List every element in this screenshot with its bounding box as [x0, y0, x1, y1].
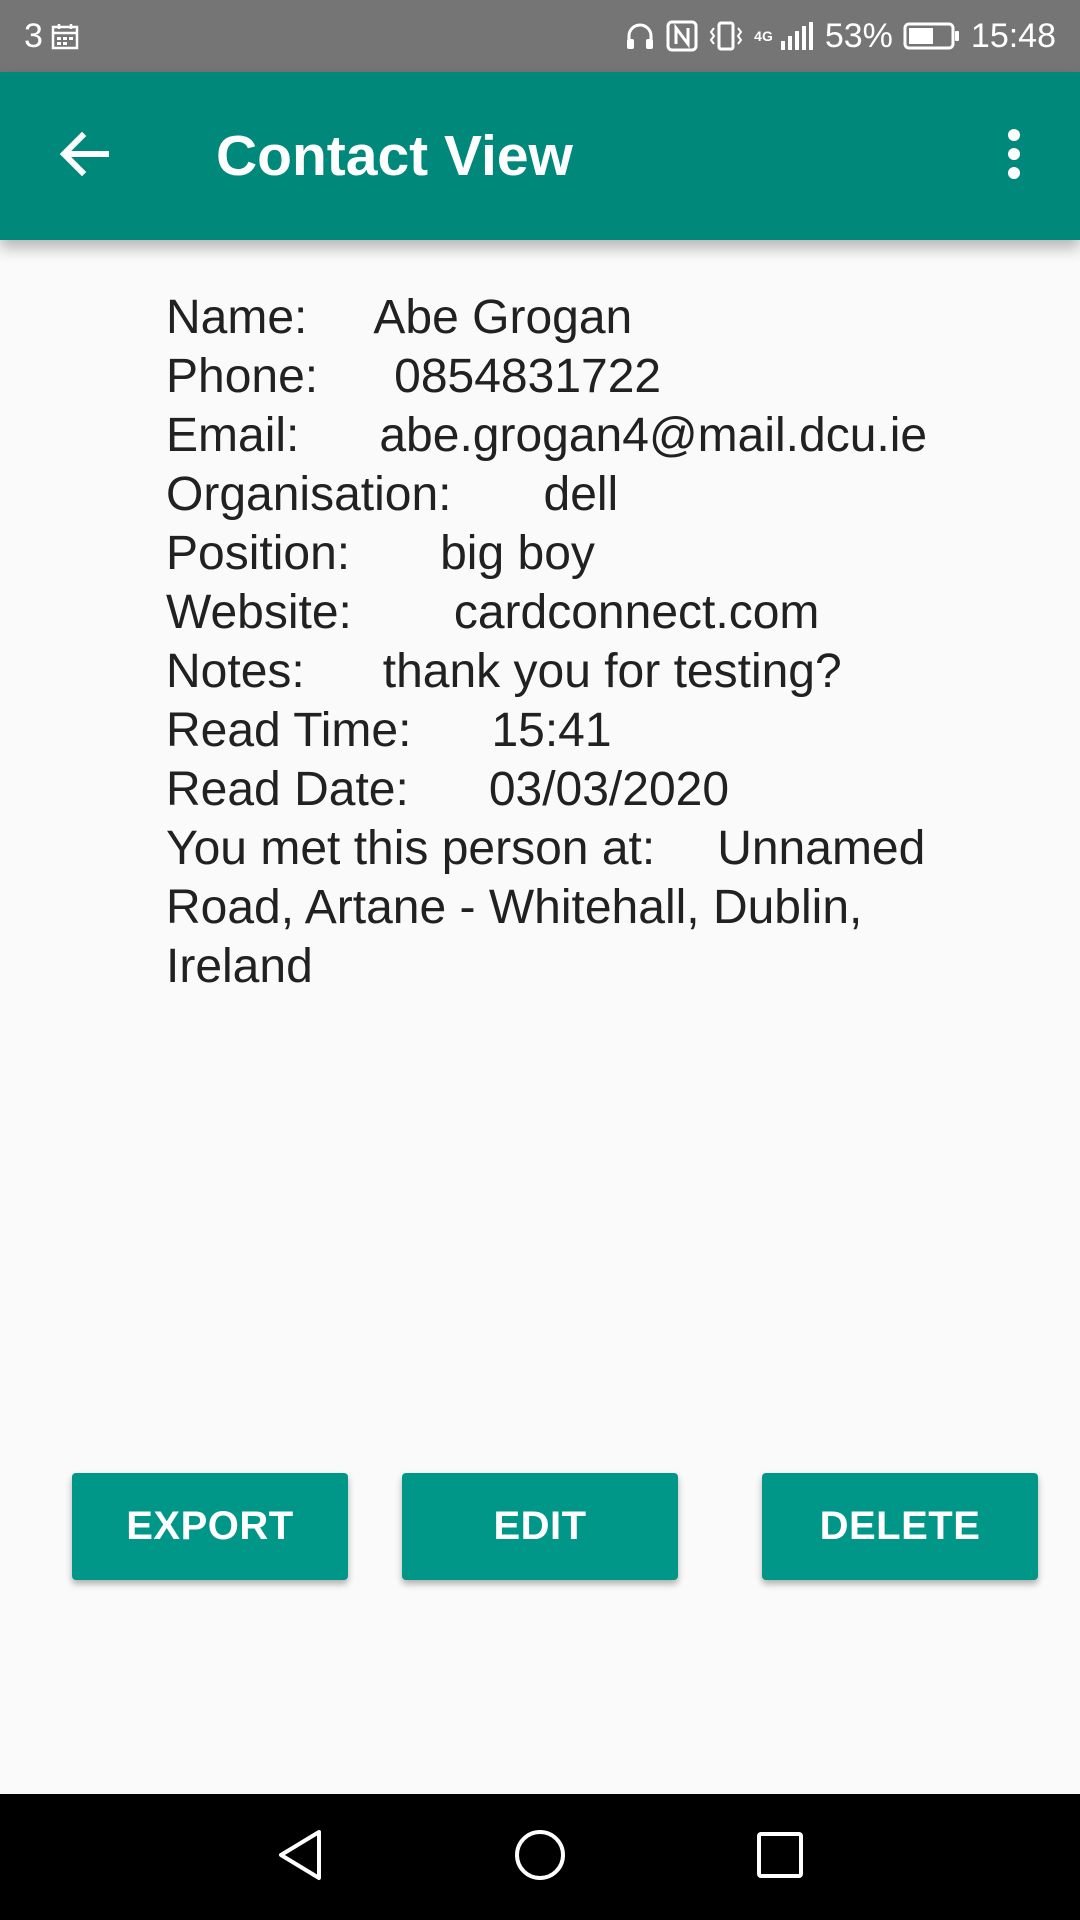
nav-home-button[interactable]: [500, 1817, 580, 1897]
battery-percent: 53%: [824, 16, 893, 55]
nav-recents-icon: [756, 1831, 804, 1884]
more-vert-icon: [1006, 128, 1022, 185]
position-value: big boy: [440, 527, 595, 580]
status-time: 15:48: [970, 16, 1056, 55]
battery-icon: [903, 21, 961, 51]
system-nav-bar: [0, 1794, 1080, 1920]
vibrate-icon: [708, 20, 744, 52]
back-button[interactable]: [44, 116, 124, 196]
name-value: Abe Grogan: [373, 291, 633, 344]
email-value: abe.grogan4@mail.dcu.ie: [379, 409, 928, 462]
email-row: Email: abe.grogan4@mail.dcu.ie: [166, 406, 996, 465]
email-label: Email:: [166, 409, 300, 462]
status-bar: 3 4G 53% 15:48: [0, 0, 1080, 72]
notes-row: Notes: thank you for testing?: [166, 642, 996, 701]
notification-count: 3: [24, 16, 43, 55]
nav-recents-button[interactable]: [740, 1817, 820, 1897]
organisation-label: Organisation:: [166, 468, 452, 521]
read-time-value: 15:41: [491, 704, 612, 757]
read-time-row: Read Time: 15:41: [166, 701, 996, 760]
nav-back-icon: [275, 1828, 325, 1887]
phone-value: 0854831722: [394, 350, 662, 403]
nfc-icon: [666, 20, 698, 52]
signal-icon: [779, 21, 815, 51]
export-button[interactable]: EXPORT: [72, 1473, 348, 1580]
notes-value: thank you for testing?: [382, 645, 842, 698]
page-title: Contact View: [216, 124, 573, 188]
arrow-back-icon: [58, 128, 110, 185]
delete-button[interactable]: DELETE: [762, 1473, 1038, 1580]
edit-button[interactable]: EDIT: [402, 1473, 678, 1580]
phone-row: Phone: 0854831722: [166, 347, 996, 406]
overflow-menu-button[interactable]: [984, 116, 1044, 196]
position-row: Position: big boy: [166, 524, 996, 583]
read-date-row: Read Date: 03/03/2020: [166, 760, 996, 819]
read-date-value: 03/03/2020: [488, 763, 730, 816]
met-at-label: You met this person at:: [166, 822, 656, 875]
nav-back-button[interactable]: [260, 1817, 340, 1897]
website-label: Website:: [166, 586, 352, 639]
met-at-row: You met this person at: Unnamed Road, Art…: [166, 819, 996, 996]
read-time-label: Read Time:: [166, 704, 412, 757]
nav-home-icon: [513, 1828, 567, 1887]
organisation-value: dell: [543, 468, 619, 521]
headphones-icon: [624, 20, 656, 52]
contact-details: Name: Abe Grogan Phone: 0854831722 Email: a…: [166, 288, 996, 996]
read-date-label: Read Date:: [166, 763, 409, 816]
name-row: Name: Abe Grogan: [166, 288, 996, 347]
network-type: 4G: [754, 28, 773, 44]
calendar-icon: [51, 22, 79, 50]
position-label: Position:: [166, 527, 351, 580]
name-label: Name:: [166, 291, 308, 344]
organisation-row: Organisation: dell: [166, 465, 996, 524]
phone-label: Phone:: [166, 350, 319, 403]
website-value: cardconnect.com: [453, 586, 820, 639]
notes-label: Notes:: [166, 645, 305, 698]
website-row: Website: cardconnect.com: [166, 583, 996, 642]
toolbar: Contact View: [0, 72, 1080, 240]
